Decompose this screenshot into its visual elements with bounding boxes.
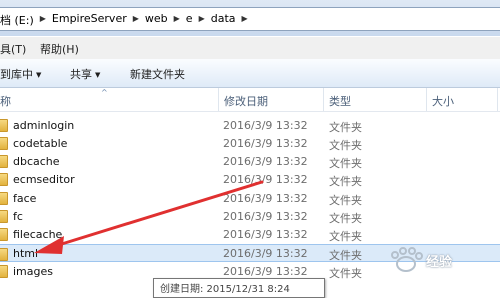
watermark: 经验 xyxy=(386,246,496,274)
baidu-paw-logo-icon xyxy=(391,247,423,272)
tooltip-text: 创建日期: 2015/12/31 8:24 xyxy=(160,284,290,295)
watermark-text: 经验 xyxy=(426,255,453,270)
tooltip: 创建日期: 2015/12/31 8:24 xyxy=(153,278,325,298)
